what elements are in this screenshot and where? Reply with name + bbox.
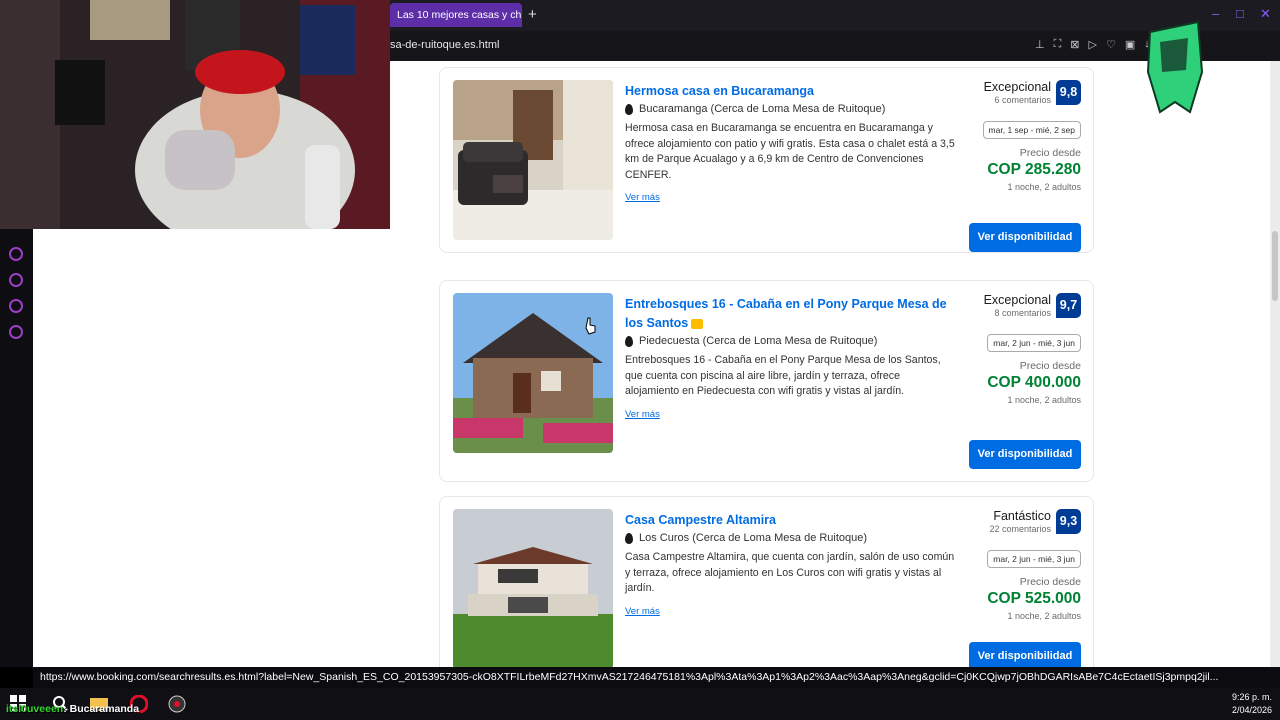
listing-info: Hermosa casa en Bucaramanga Bucaramanga … (625, 82, 955, 203)
location-text: Los Curos (Cerca de Loma Mesa de Ruitoqu… (639, 532, 868, 544)
availability-button[interactable]: Ver disponibilidad (969, 223, 1081, 252)
dates-badge: mar, 2 jun - mié, 3 jun (987, 550, 1081, 568)
wallet-icon[interactable]: ▣ (1125, 38, 1135, 51)
price-value: COP 525.000 (987, 590, 1081, 607)
minimize-button[interactable]: – (1212, 6, 1219, 21)
browser-tab-active[interactable]: Las 10 mejores casas y ch (390, 3, 522, 27)
map-pin-icon (625, 103, 633, 115)
overlay-username: itsl0uveeen (6, 703, 64, 715)
streamer-webcam (0, 0, 390, 229)
see-more-link[interactable]: Ver más (625, 192, 955, 203)
stay-details: 1 noche, 2 adultos (1007, 395, 1081, 405)
listing-title-text[interactable]: Entrebosques 16 - Cabaña en el Pony Parq… (625, 297, 947, 330)
sidebar-history-icon[interactable] (9, 273, 23, 287)
hand-cursor-icon (585, 317, 596, 335)
clock-time: 9:26 p. m. (1231, 692, 1272, 702)
stay-details: 1 noche, 2 adultos (1007, 611, 1081, 621)
dates-badge: mar, 1 sep - mié, 2 sep (982, 121, 1081, 139)
rating-word: Excepcional (983, 293, 1051, 307)
close-window-button[interactable]: ✕ (1260, 6, 1271, 22)
listing-card: Hermosa casa en Bucaramanga Bucaramanga … (439, 67, 1094, 253)
review-count[interactable]: 6 comentarios (984, 95, 1051, 105)
system-clock[interactable]: 9:26 p. m. 2/04/2026 (1232, 691, 1272, 717)
location-text: Bucaramanga (Cerca de Loma Mesa de Ruito… (639, 103, 886, 115)
listing-price-panel: Excepcional 6 comentarios 9,8 mar, 1 sep… (951, 80, 1081, 192)
listing-price-panel: Excepcional 8 comentarios 9,7 mar, 2 jun… (951, 293, 1081, 405)
status-url-bar: https://www.booking.com/searchresults.es… (33, 667, 1280, 688)
listing-title[interactable]: Entrebosques 16 - Cabaña en el Pony Parq… (625, 295, 955, 333)
sidebar-settings-icon[interactable] (9, 325, 23, 339)
map-pin-icon (625, 532, 633, 544)
availability-button[interactable]: Ver disponibilidad (969, 642, 1081, 667)
screenshot-icon[interactable]: ⛶ (1054, 38, 1062, 51)
stay-details: 1 noche, 2 adultos (1007, 182, 1081, 192)
thumbs-up-icon (691, 318, 704, 329)
review-count[interactable]: 8 comentarios (984, 308, 1051, 318)
sidebar-target-icon[interactable] (9, 247, 23, 261)
availability-button[interactable]: Ver disponibilidad (969, 440, 1081, 469)
see-more-link[interactable]: Ver más (625, 606, 955, 617)
listing-card: Casa Campestre Altamira Los Curos (Cerca… (439, 496, 1094, 667)
location-text: Piedecuesta (Cerca de Loma Mesa de Ruito… (639, 335, 878, 347)
listing-info: Casa Campestre Altamira Los Curos (Cerca… (625, 511, 955, 617)
price-value: COP 285.280 (987, 161, 1081, 178)
play-icon[interactable]: ▷ (1089, 38, 1097, 51)
pin-icon[interactable]: ⊥ (1035, 38, 1045, 51)
maximize-button[interactable]: □ (1236, 6, 1244, 21)
listing-description: Hermosa casa en Bucaramanga se encuentra… (625, 122, 955, 181)
price-from-label: Precio desde (1019, 360, 1081, 372)
taskbar: itsl0uveeen: Bucaramanda 9:26 p. m. 2/04… (0, 688, 1280, 720)
listing-card: Entrebosques 16 - Cabaña en el Pony Parq… (439, 280, 1094, 482)
score-badge: 9,8 (1056, 80, 1081, 105)
scrollbar-thumb[interactable] (1272, 231, 1278, 301)
price-value: COP 400.000 (987, 374, 1081, 391)
rating-word: Fantástico (993, 509, 1051, 523)
sidebar-extensions-icon[interactable] (9, 299, 23, 313)
rating-row: Excepcional 8 comentarios 9,7 (951, 293, 1081, 318)
listing-info: Entrebosques 16 - Cabaña en el Pony Parq… (625, 295, 955, 420)
score-badge: 9,3 (1056, 509, 1081, 534)
overlay-city: : Bucaramanda (63, 703, 140, 715)
review-count[interactable]: 22 comentarios (989, 524, 1051, 534)
dates-badge: mar, 2 jun - mié, 3 jun (987, 334, 1081, 352)
living-room-photo (453, 80, 613, 240)
price-from-label: Precio desde (1019, 576, 1081, 588)
stream-overlay-text: itsl0uveeen: Bucaramanda (6, 703, 139, 715)
listing-price-panel: Fantástico 22 comentarios 9,3 mar, 2 jun… (951, 509, 1081, 621)
score-badge: 9,7 (1056, 293, 1081, 318)
listing-location: Los Curos (Cerca de Loma Mesa de Ruitoqu… (625, 532, 955, 544)
page-scrollbar[interactable] (1270, 61, 1280, 667)
listing-title[interactable]: Casa Campestre Altamira (625, 511, 955, 530)
screen: Las 10 mejores casas y ch + – □ ✕ sa-de-… (0, 0, 1280, 720)
url-field[interactable]: sa-de-ruitoque.es.html (390, 39, 499, 51)
listing-photo[interactable] (453, 509, 613, 667)
clock-date: 2/04/2026 (1231, 705, 1272, 715)
new-tab-button[interactable]: + (528, 6, 537, 24)
listing-photo[interactable] (453, 80, 613, 240)
rating-row: Excepcional 6 comentarios 9,8 (951, 80, 1081, 105)
webcam-overlay (0, 0, 390, 229)
rating-word: Excepcional (983, 80, 1051, 94)
listing-description: Casa Campestre Altamira, que cuenta con … (625, 551, 955, 594)
heart-icon[interactable]: ♡ (1106, 38, 1116, 51)
price-from-label: Precio desde (1019, 147, 1081, 159)
listing-title[interactable]: Hermosa casa en Bucaramanga (625, 82, 955, 101)
shield-icon[interactable]: ⊠ (1070, 38, 1079, 51)
country-house-photo (453, 509, 613, 667)
mascot-overlay (1146, 20, 1204, 114)
listing-location: Bucaramanga (Cerca de Loma Mesa de Ruito… (625, 103, 955, 115)
browser-sidebar (0, 229, 33, 667)
listing-description: Entrebosques 16 - Cabaña en el Pony Parq… (625, 354, 941, 397)
see-more-link[interactable]: Ver más (625, 409, 955, 420)
obs-icon[interactable] (168, 695, 186, 713)
map-pin-icon (625, 335, 633, 347)
listing-location: Piedecuesta (Cerca de Loma Mesa de Ruito… (625, 335, 955, 347)
rating-row: Fantástico 22 comentarios 9,3 (951, 509, 1081, 534)
